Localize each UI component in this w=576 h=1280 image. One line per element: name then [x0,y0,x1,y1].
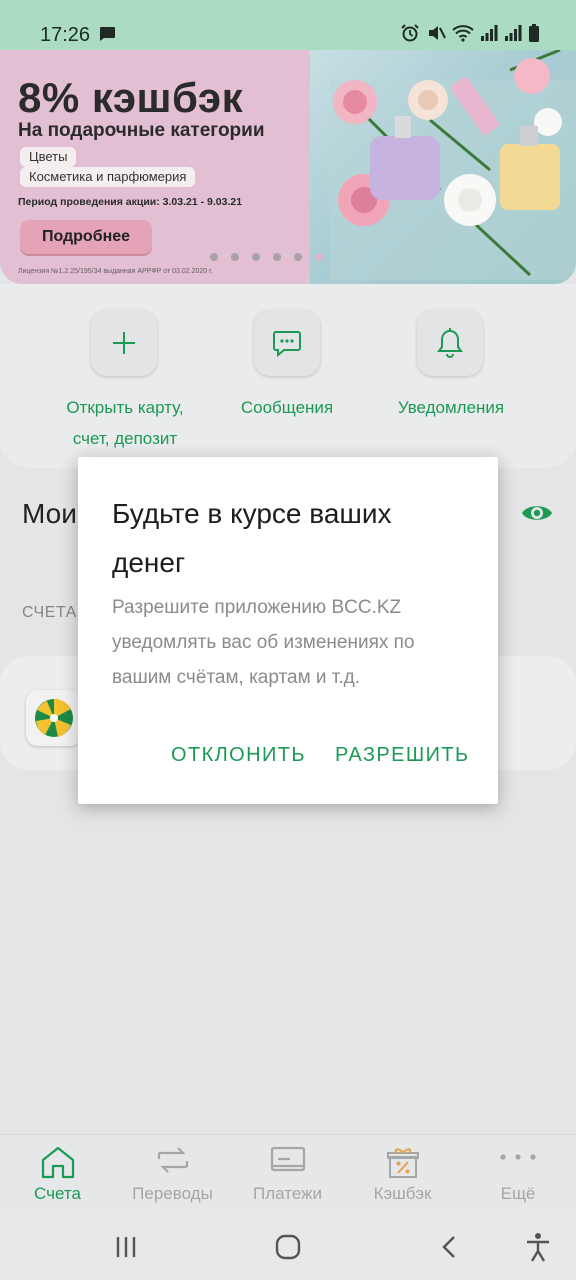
carousel-dot[interactable] [210,253,218,261]
banner-photo [310,50,576,284]
chat-icon [273,331,301,358]
banner-subtitle: На подарочные категории [18,120,265,141]
nav-payments[interactable]: Платежи [230,1135,345,1214]
plus-icon [113,332,135,354]
message-notification-icon [100,27,115,41]
signal-icon-2 [505,25,522,41]
banner-tag-cosmetics: Косметика и парфюмерия [20,167,196,187]
transfer-icon [157,1147,188,1173]
alarm-icon [401,24,419,42]
carousel-dot[interactable] [273,253,281,261]
more-icon [500,1154,536,1160]
home-button-icon[interactable] [275,1234,301,1260]
gift-icon [386,1148,419,1178]
carousel-indicator[interactable] [210,253,323,261]
decline-button[interactable]: ОТКЛОНИТЬ [171,744,306,767]
status-bar: 17:26 [0,0,576,50]
carousel-dot[interactable] [231,253,239,261]
recent-apps-icon[interactable] [114,1235,138,1259]
eye-icon[interactable] [520,500,554,526]
banner-tag-flowers: Цветы [20,147,77,167]
bottom-navigation: Счета Переводы Платежи Кэшбэк Ещё [0,1134,576,1214]
banner-title: 8% кэшбэк [18,74,244,121]
messages-button[interactable] [254,310,320,376]
allow-button[interactable]: РАЗРЕШИТЬ [335,744,470,767]
system-navigation-bar [0,1213,576,1280]
carousel-dot[interactable] [252,253,260,261]
open-account-button[interactable] [91,310,157,376]
quick-actions-card: Открыть карту, счет, депозит Сообщения У… [0,284,576,468]
wifi-icon [452,25,474,42]
nav-transfers-label: Переводы [132,1184,213,1203]
battery-icon [529,24,539,42]
nav-more-label: Ещё [500,1184,536,1203]
carousel-dot[interactable] [315,253,323,261]
banner-period: Период проведения акции: 3.03.21 - 9.03.… [18,196,243,208]
dialog-message: Разрешите приложению BCC.KZ уведомлять в… [112,597,415,688]
section-title: Мои [22,498,77,529]
home-icon [41,1146,74,1179]
notifications-label[interactable]: Уведомления [381,392,521,423]
nav-more[interactable]: Ещё [460,1135,576,1214]
open-account-label[interactable]: Открыть карту, счет, депозит [50,392,200,454]
flowers-perfume-image [330,50,576,280]
bank-logo [26,690,82,746]
bcc-logo-icon [35,698,73,737]
nav-accounts-label: Счета [34,1184,81,1203]
back-icon[interactable] [440,1235,458,1259]
promo-banner[interactable]: 8% кэшбэк На подарочные категории Цветы … [0,50,576,284]
accounts-section-label: СЧЕТА [22,604,77,621]
status-time: 17:26 [40,24,91,46]
carousel-dot[interactable] [294,253,302,261]
banner-license: Лицензия №1.2.25/195/34 выданная АРРФР о… [18,268,213,275]
nav-cashback-label: Кэшбэк [373,1184,432,1203]
banner-details-button[interactable]: Подробнее [20,220,152,254]
notifications-button[interactable] [417,310,483,376]
nav-accounts[interactable]: Счета [0,1135,115,1214]
payment-icon [270,1146,305,1172]
dialog-title: Будьте в курсе ваших денег [112,498,392,578]
nav-payments-label: Платежи [253,1184,322,1203]
nav-transfers[interactable]: Переводы [115,1135,230,1214]
status-icons [400,23,540,43]
accessibility-icon[interactable] [524,1232,552,1262]
messages-label[interactable]: Сообщения [222,392,352,423]
signal-icon [481,25,498,41]
nav-cashback[interactable]: Кэшбэк [345,1135,460,1214]
mute-icon [429,26,446,40]
notification-permission-dialog: Будьте в курсе ваших денег Разрешите при… [78,457,498,804]
bell-icon [437,328,463,358]
